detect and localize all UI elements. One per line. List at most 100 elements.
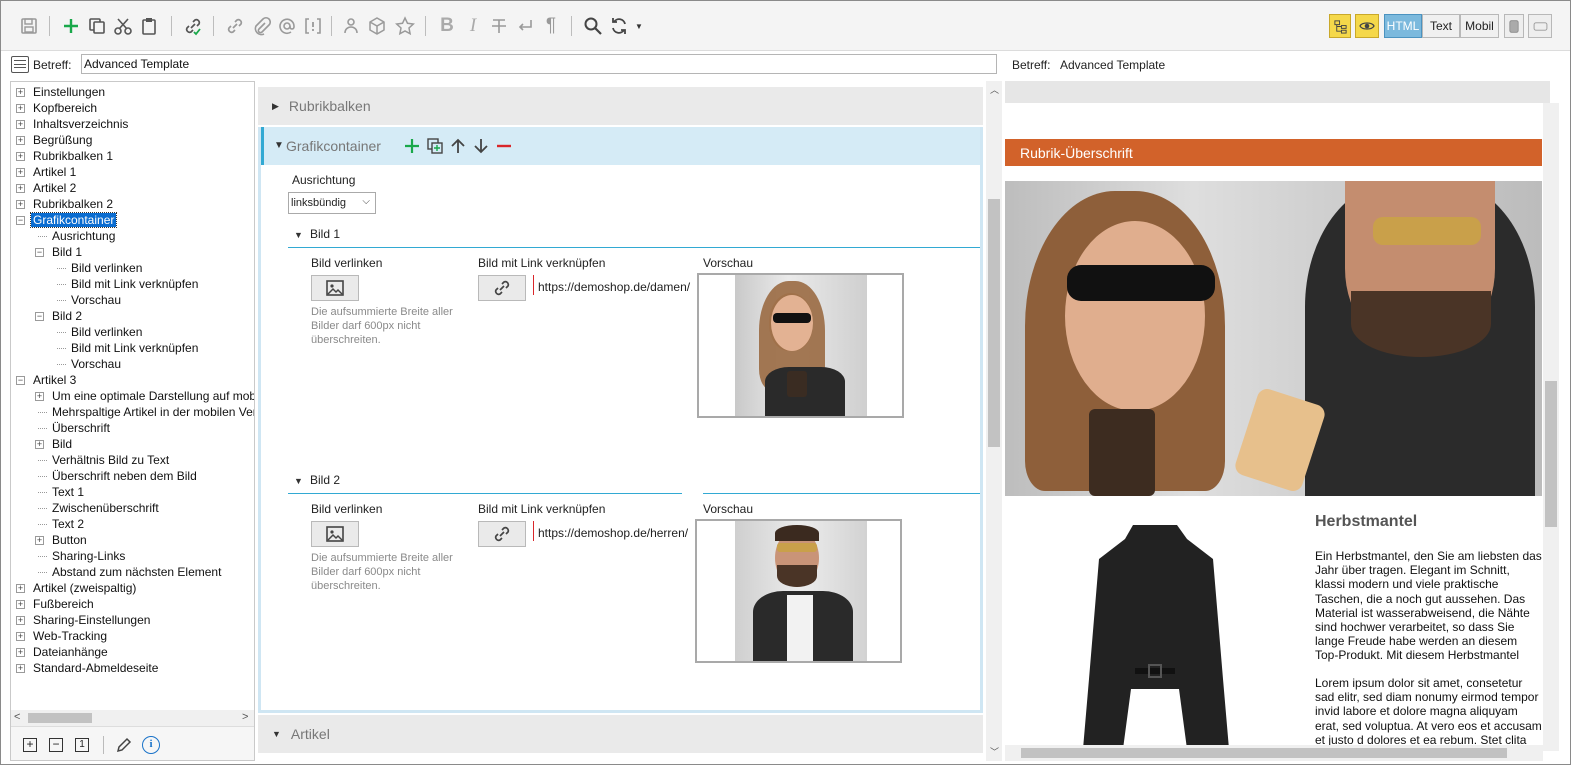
- strikethrough-icon[interactable]: [487, 14, 511, 38]
- tree-item[interactable]: Verhältnis Bild zu Text: [38, 452, 171, 468]
- tree-item[interactable]: − Grafikcontainer: [16, 212, 118, 228]
- bild1-collapse-arrow-icon[interactable]: ▼: [294, 230, 303, 240]
- tree-item[interactable]: Überschrift neben dem Bild: [38, 468, 199, 484]
- return-icon[interactable]: [513, 14, 537, 38]
- collapse-node-icon[interactable]: −: [16, 376, 25, 385]
- subject-input[interactable]: [81, 54, 997, 74]
- link-icon[interactable]: [223, 14, 247, 38]
- expand-node-icon[interactable]: +: [16, 664, 25, 673]
- tree-item[interactable]: Vorschau: [57, 356, 123, 372]
- tree-item[interactable]: + Dateianhänge: [16, 644, 110, 660]
- star-icon[interactable]: [393, 14, 417, 38]
- tree-item[interactable]: + Artikel (zweispaltig): [16, 580, 138, 596]
- expand-node-icon[interactable]: +: [16, 616, 25, 625]
- tree-horizontal-scrollbar[interactable]: < >: [11, 710, 254, 726]
- tree-item[interactable]: + Sharing-Einstellungen: [16, 612, 152, 628]
- preview-scroll-thumb[interactable]: [1545, 381, 1557, 527]
- tree-item[interactable]: + Button: [35, 532, 89, 548]
- expand-node-icon[interactable]: +: [16, 136, 25, 145]
- view-text-button[interactable]: Text: [1422, 14, 1460, 38]
- bild1-url[interactable]: https://demoshop.de/damen/: [538, 280, 690, 294]
- expand-node-icon[interactable]: +: [16, 152, 25, 161]
- tree-item[interactable]: + Begrüßung: [16, 132, 94, 148]
- tree-item[interactable]: + Bild: [35, 436, 74, 452]
- preview-hscroll-thumb[interactable]: [1021, 748, 1507, 758]
- tree-item[interactable]: + Um eine optimale Darstellung auf mobile…: [35, 388, 254, 404]
- bild2-select-image-button[interactable]: [311, 521, 359, 547]
- search-icon[interactable]: [581, 14, 605, 38]
- bild1-link-button[interactable]: [478, 275, 526, 301]
- dropdown-caret-icon[interactable]: ▼: [631, 14, 647, 38]
- section-rubrikbalken[interactable]: ▶ Rubrikbalken: [258, 87, 983, 125]
- preview-horizontal-scrollbar[interactable]: [1005, 745, 1543, 761]
- collapse-all-icon[interactable]: −: [49, 738, 63, 752]
- bild2-url[interactable]: https://demoshop.de/herren/: [538, 526, 688, 540]
- scroll-left-arrow-icon[interactable]: <: [14, 711, 20, 723]
- expand-node-icon[interactable]: +: [16, 648, 25, 657]
- tree-item[interactable]: Überschrift: [38, 420, 112, 436]
- scroll-right-arrow-icon[interactable]: >: [242, 711, 248, 723]
- tree-item[interactable]: Ausrichtung: [38, 228, 117, 244]
- tree-item[interactable]: − Artikel 3: [16, 372, 78, 388]
- expand-node-icon[interactable]: +: [35, 536, 44, 545]
- tree-item[interactable]: + Rubrikbalken 2: [16, 196, 115, 212]
- scroll-down-arrow-icon[interactable]: ﹀: [990, 745, 999, 758]
- move-down-icon[interactable]: [472, 137, 490, 155]
- expand-node-icon[interactable]: +: [35, 392, 44, 401]
- tree-item[interactable]: Bild verlinken: [57, 260, 144, 276]
- tree-item[interactable]: + Web-Tracking: [16, 628, 109, 644]
- expand-node-icon[interactable]: +: [16, 584, 25, 593]
- structure-view-icon[interactable]: [1329, 14, 1351, 38]
- alignment-select[interactable]: linksbündig ⌵: [288, 192, 376, 214]
- bild1-select-image-button[interactable]: [311, 275, 359, 301]
- link-check-icon[interactable]: [181, 14, 205, 38]
- tree-item[interactable]: Vorschau: [57, 292, 123, 308]
- at-icon[interactable]: [275, 14, 299, 38]
- tree-item[interactable]: + Fußbereich: [16, 596, 96, 612]
- cut-icon[interactable]: [111, 14, 135, 38]
- expand-all-icon[interactable]: +: [23, 738, 37, 752]
- tree-item[interactable]: − Bild 2: [35, 308, 84, 324]
- save-icon[interactable]: [17, 14, 41, 38]
- edit-icon[interactable]: [115, 736, 133, 754]
- editor-vertical-scrollbar[interactable]: ︿ ﹀: [986, 81, 1002, 761]
- scroll-up-arrow-icon[interactable]: ︿: [990, 83, 999, 96]
- view-mobile-button[interactable]: Mobil: [1460, 14, 1499, 38]
- tree-item[interactable]: + Einstellungen: [16, 84, 107, 100]
- expand-node-icon[interactable]: +: [16, 184, 25, 193]
- tree-item[interactable]: + Rubrikbalken 1: [16, 148, 115, 164]
- person-icon[interactable]: [339, 14, 363, 38]
- tree-item[interactable]: Bild verlinken: [57, 324, 144, 340]
- expand-node-icon[interactable]: +: [16, 200, 25, 209]
- collapse-arrow-icon[interactable]: ▼: [274, 140, 284, 151]
- tree-item[interactable]: Mehrspaltige Artikel in der mobilen Vers…: [38, 404, 254, 420]
- collapse-node-icon[interactable]: −: [35, 312, 44, 321]
- level-one-icon[interactable]: 1: [75, 738, 89, 752]
- expand-node-icon[interactable]: +: [35, 440, 44, 449]
- pilcrow-icon[interactable]: ¶: [539, 14, 563, 38]
- duplicate-element-icon[interactable]: [426, 137, 444, 155]
- tree-item[interactable]: Text 1: [38, 484, 86, 500]
- grafikcontainer-header[interactable]: ▼ Grafikcontainer: [261, 127, 980, 165]
- view-html-button[interactable]: HTML: [1384, 14, 1422, 38]
- collapse-arrow-icon[interactable]: ▼: [272, 729, 281, 739]
- bild2-link-button[interactable]: [478, 521, 526, 547]
- phone-landscape-icon[interactable]: [1528, 14, 1552, 38]
- add-element-icon[interactable]: [403, 137, 421, 155]
- package-icon[interactable]: [365, 14, 389, 38]
- tree-item[interactable]: + Artikel 1: [16, 164, 78, 180]
- copy-icon[interactable]: [85, 14, 109, 38]
- bold-icon[interactable]: B: [435, 14, 459, 38]
- tree-item[interactable]: Abstand zum nächsten Element: [38, 564, 223, 580]
- expand-node-icon[interactable]: +: [16, 168, 25, 177]
- tree-item[interactable]: Text 2: [38, 516, 86, 532]
- bild2-collapse-arrow-icon[interactable]: ▼: [294, 476, 303, 486]
- expand-arrow-icon[interactable]: ▶: [272, 101, 279, 112]
- remove-element-icon[interactable]: [495, 137, 513, 155]
- collapse-node-icon[interactable]: −: [16, 216, 25, 225]
- tree-item[interactable]: − Bild 1: [35, 244, 84, 260]
- paste-icon[interactable]: [137, 14, 161, 38]
- collapse-node-icon[interactable]: −: [35, 248, 44, 257]
- expand-node-icon[interactable]: +: [16, 104, 25, 113]
- expand-node-icon[interactable]: +: [16, 600, 25, 609]
